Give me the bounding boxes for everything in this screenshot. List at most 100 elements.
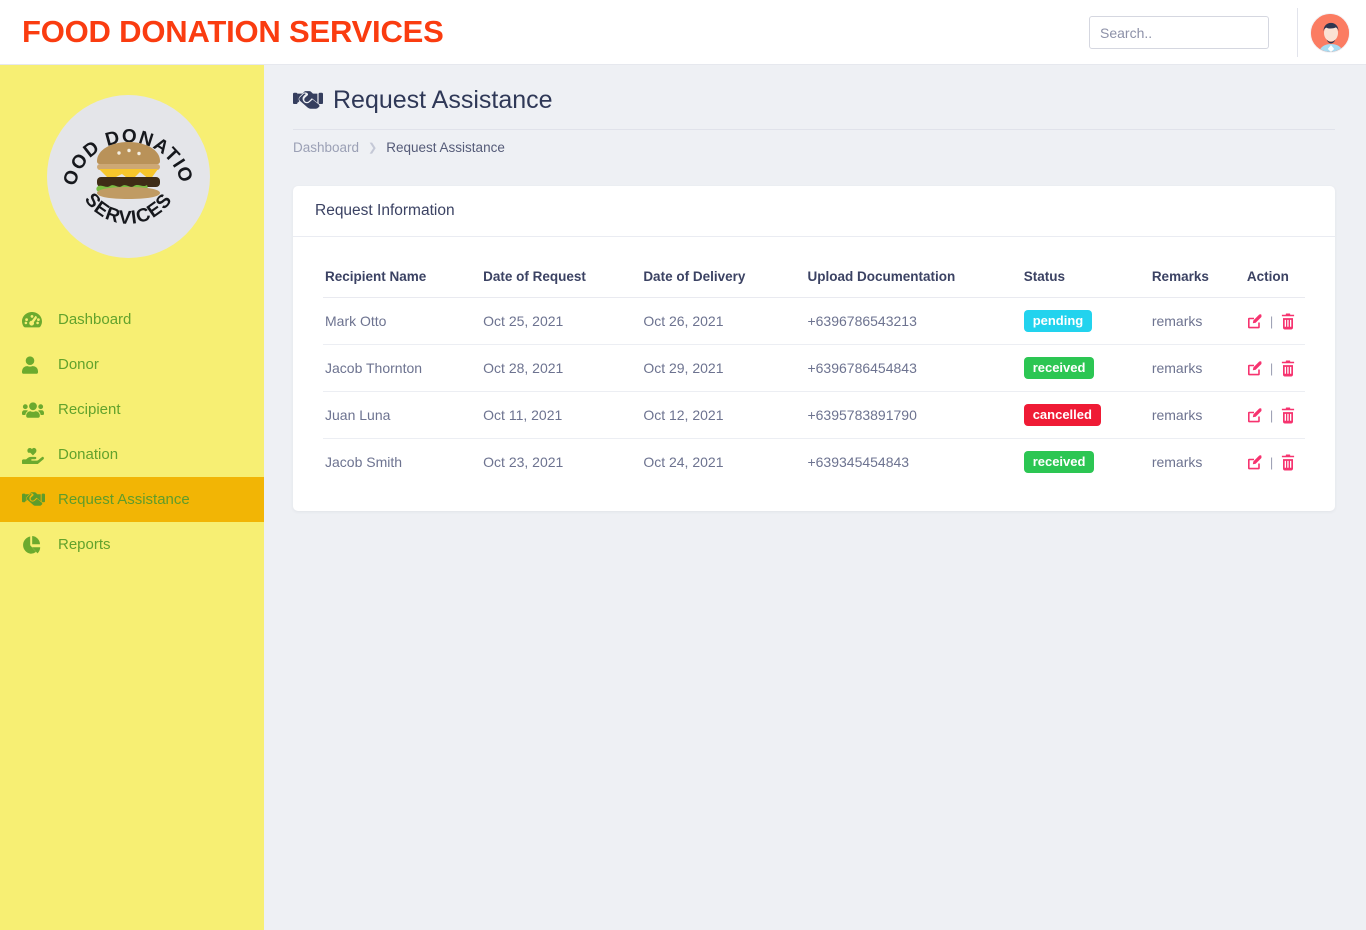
column-header-upload-documentation: Upload Documentation	[805, 259, 1021, 298]
sidebar-item-label: Dashboard	[58, 312, 131, 327]
sidebar-item-reports[interactable]: Reports	[0, 522, 264, 567]
cell-remarks: remarks	[1150, 345, 1245, 392]
column-header-date-of-request: Date of Request	[481, 259, 641, 298]
chevron-right-icon: ❯	[368, 141, 377, 154]
cell-action: |	[1245, 392, 1305, 439]
column-header-status: Status	[1022, 259, 1150, 298]
sidebar-item-label: Reports	[58, 537, 111, 552]
tachometer-icon	[22, 310, 46, 330]
trash-icon[interactable]	[1280, 454, 1296, 471]
action-separator: |	[1270, 314, 1273, 329]
column-header-remarks: Remarks	[1150, 259, 1245, 298]
cell-recipient-name: Jacob Smith	[323, 439, 481, 486]
breadcrumb-dashboard[interactable]: Dashboard	[293, 140, 359, 155]
top-header-bar: FOOD DONATION SERVICES	[0, 0, 1366, 65]
action-separator: |	[1270, 361, 1273, 376]
status-badge: pending	[1024, 310, 1093, 332]
handshake-icon	[293, 87, 323, 113]
pie-chart-icon	[22, 535, 46, 555]
cell-upload-documentation: +6396786454843	[805, 345, 1021, 392]
app-logo: FOOD DONATION SERVICES	[47, 95, 210, 258]
avatar-image	[1311, 14, 1350, 53]
table-header-row: Recipient Name Date of Request Date of D…	[323, 259, 1305, 298]
page-title: Request Assistance	[333, 88, 553, 113]
breadcrumb-current: Request Assistance	[386, 140, 505, 155]
table-row: Mark OttoOct 25, 2021Oct 26, 2021+639678…	[323, 298, 1305, 345]
cell-status: pending	[1022, 298, 1150, 345]
cell-remarks: remarks	[1150, 392, 1245, 439]
trash-icon[interactable]	[1280, 407, 1296, 424]
sidebar-item-request-assistance[interactable]: Request Assistance	[0, 477, 264, 522]
edit-icon[interactable]	[1247, 360, 1263, 377]
cell-remarks: remarks	[1150, 439, 1245, 486]
cell-upload-documentation: +6395783891790	[805, 392, 1021, 439]
users-icon	[22, 400, 46, 420]
sidebar: FOOD DONATION SERVICES Dashboard	[0, 65, 264, 930]
main-content: Request Assistance Dashboard ❯ Request A…	[264, 65, 1366, 930]
cell-upload-documentation: +639345454843	[805, 439, 1021, 486]
sidebar-item-donation[interactable]: Donation	[0, 432, 264, 477]
action-separator: |	[1270, 408, 1273, 423]
table-row: Jacob SmithOct 23, 2021Oct 24, 2021+6393…	[323, 439, 1305, 486]
trash-icon[interactable]	[1280, 313, 1296, 330]
sidebar-item-label: Request Assistance	[58, 492, 190, 507]
cell-date-of-request: Oct 23, 2021	[481, 439, 641, 486]
column-header-date-of-delivery: Date of Delivery	[641, 259, 805, 298]
hand-heart-icon	[22, 445, 46, 465]
cell-date-of-delivery: Oct 12, 2021	[641, 392, 805, 439]
sidebar-item-label: Recipient	[58, 402, 121, 417]
cell-status: received	[1022, 345, 1150, 392]
cell-recipient-name: Mark Otto	[323, 298, 481, 345]
cell-remarks: remarks	[1150, 298, 1245, 345]
trash-icon[interactable]	[1280, 360, 1296, 377]
logo-image: FOOD DONATION SERVICES	[47, 95, 210, 258]
table-row: Juan LunaOct 11, 2021Oct 12, 2021+639578…	[323, 392, 1305, 439]
request-table: Recipient Name Date of Request Date of D…	[323, 259, 1305, 485]
user-icon	[22, 355, 46, 375]
search-container	[1089, 16, 1269, 49]
status-badge: cancelled	[1024, 404, 1101, 426]
cell-date-of-request: Oct 11, 2021	[481, 392, 641, 439]
breadcrumb: Dashboard ❯ Request Assistance	[293, 140, 505, 155]
cell-status: received	[1022, 439, 1150, 486]
cell-action: |	[1245, 345, 1305, 392]
sidebar-item-label: Donation	[58, 447, 118, 462]
action-separator: |	[1270, 455, 1273, 470]
avatar[interactable]	[1310, 13, 1350, 53]
edit-icon[interactable]	[1247, 313, 1263, 330]
sidebar-item-label: Donor	[58, 357, 99, 372]
request-information-card: Request Information Recipient Name Date …	[293, 186, 1335, 511]
cell-action: |	[1245, 298, 1305, 345]
edit-icon[interactable]	[1247, 454, 1263, 471]
card-body: Recipient Name Date of Request Date of D…	[293, 237, 1335, 511]
edit-icon[interactable]	[1247, 407, 1263, 424]
sidebar-item-dashboard[interactable]: Dashboard	[0, 297, 264, 342]
table-row: Jacob ThorntonOct 28, 2021Oct 29, 2021+6…	[323, 345, 1305, 392]
column-header-action: Action	[1245, 259, 1305, 298]
sidebar-item-donor[interactable]: Donor	[0, 342, 264, 387]
header-rule	[293, 129, 1335, 130]
status-badge: received	[1024, 451, 1095, 473]
search-input[interactable]	[1089, 16, 1269, 49]
status-badge: received	[1024, 357, 1095, 379]
table-body: Mark OttoOct 25, 2021Oct 26, 2021+639678…	[323, 298, 1305, 486]
table-head: Recipient Name Date of Request Date of D…	[323, 259, 1305, 298]
sidebar-item-recipient[interactable]: Recipient	[0, 387, 264, 432]
cell-recipient-name: Juan Luna	[323, 392, 481, 439]
cell-recipient-name: Jacob Thornton	[323, 345, 481, 392]
header-divider	[1297, 8, 1298, 57]
card-header: Request Information	[293, 186, 1335, 237]
cell-date-of-request: Oct 25, 2021	[481, 298, 641, 345]
handshake-icon	[22, 490, 46, 510]
sidebar-menu: Dashboard Donor Recipient Donation Reque	[0, 297, 264, 567]
cell-date-of-delivery: Oct 26, 2021	[641, 298, 805, 345]
cell-upload-documentation: +6396786543213	[805, 298, 1021, 345]
card-title: Request Information	[315, 202, 455, 220]
cell-action: |	[1245, 439, 1305, 486]
cell-date-of-delivery: Oct 29, 2021	[641, 345, 805, 392]
column-header-recipient-name: Recipient Name	[323, 259, 481, 298]
page-header: Request Assistance	[293, 87, 553, 113]
brand-title: FOOD DONATION SERVICES	[22, 14, 444, 50]
cell-date-of-delivery: Oct 24, 2021	[641, 439, 805, 486]
cell-date-of-request: Oct 28, 2021	[481, 345, 641, 392]
